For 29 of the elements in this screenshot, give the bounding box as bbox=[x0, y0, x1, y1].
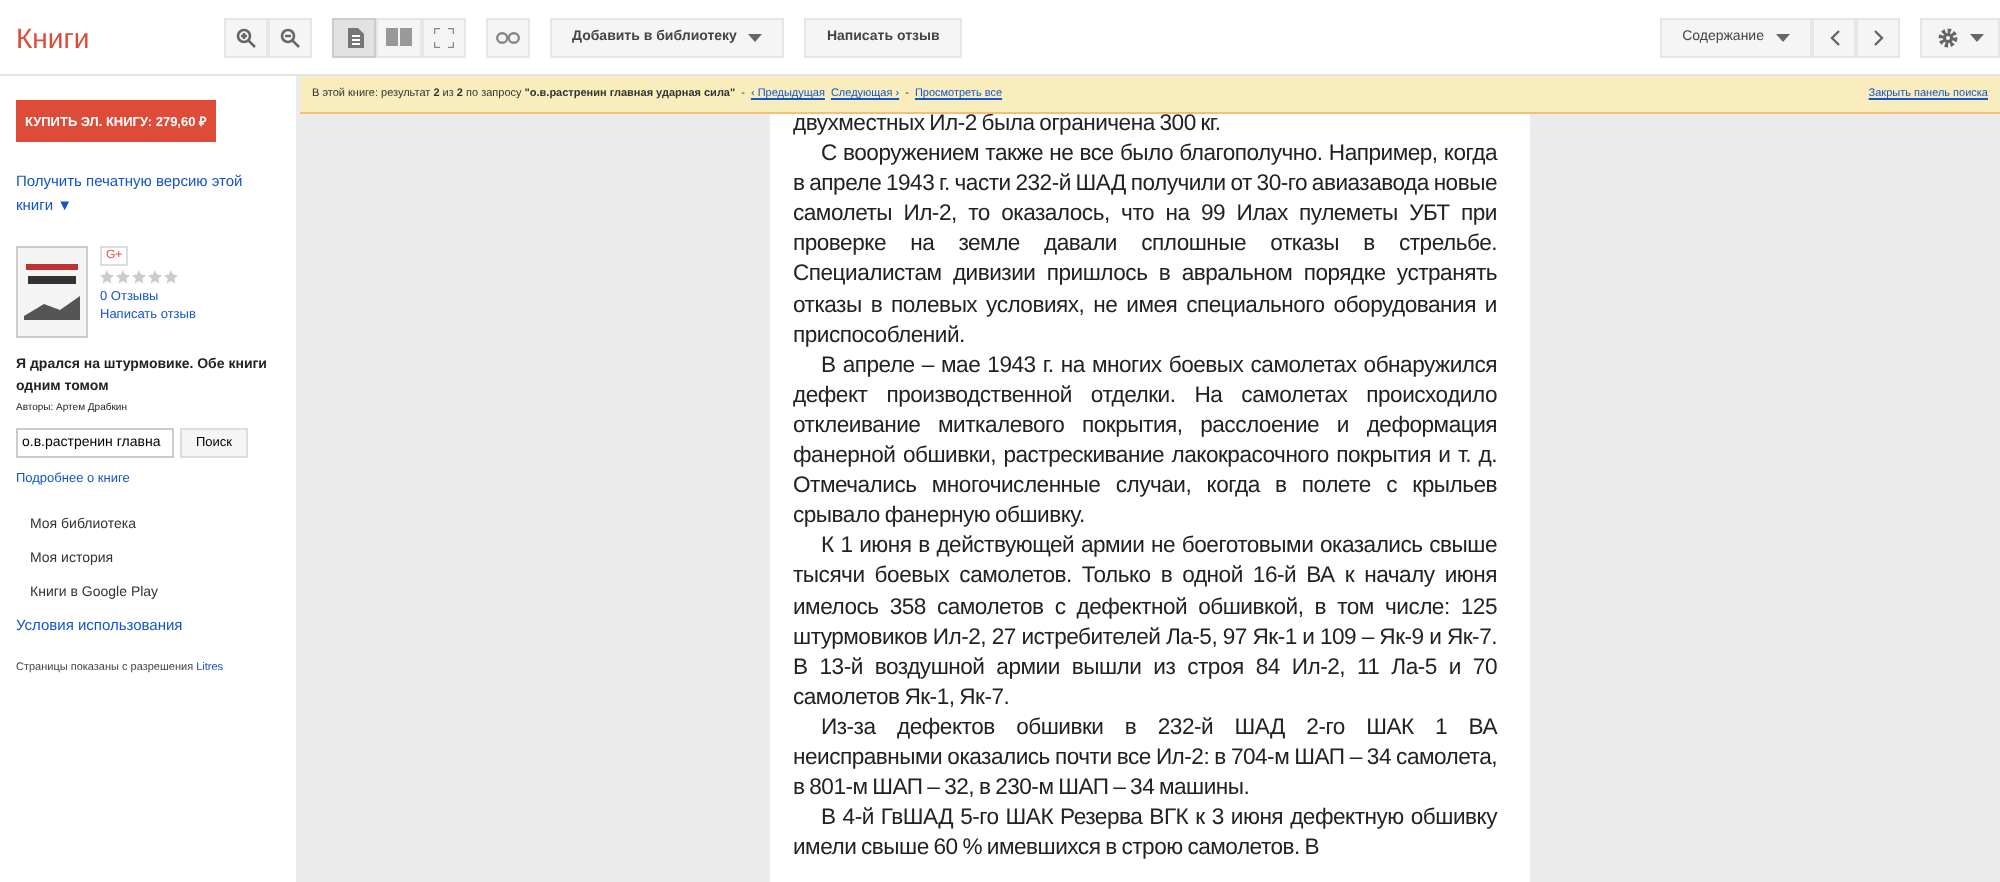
book-paragraph: В апреле – мае 1943 г. на многих боевых самолетах обнаружился дефект производственной отделки. На самолетах происходило отклеивание миткалевого покрытия, расслоение и деформация фанерной обшивки, растрескивание лакокрасочного покрытия и т. д. Отмечались многочисленные случаи, когда в полете с крыльев срывало фанерную обшивку. bbox=[793, 351, 1497, 533]
book-paragraph: двухместных Ил-2 была ограничена 300 кг. bbox=[793, 110, 1223, 140]
zoom-out-icon bbox=[280, 27, 300, 47]
view-mode-button[interactable] bbox=[332, 17, 376, 57]
caret-icon bbox=[1969, 33, 1983, 41]
zoom-out-button[interactable] bbox=[268, 17, 312, 57]
link-button[interactable] bbox=[486, 17, 530, 57]
settings-icon bbox=[1937, 27, 1957, 47]
zoom-in-button[interactable] bbox=[224, 17, 268, 57]
page-icon bbox=[345, 27, 363, 47]
caret-icon bbox=[1776, 33, 1790, 41]
chevron-left-icon bbox=[1829, 29, 1839, 45]
zoom-in-icon bbox=[236, 27, 256, 47]
book-paragraph: Из-за дефектов обшивки в 232-й ШАД 2-го ШАК 1 ВА неисправными оказались почти все Ил-2: в 704-м ШАП – 34 самолета, в 801-м ШАП – 32, в 230-м ШАП – 34 машины. bbox=[793, 713, 1497, 805]
caret-icon bbox=[748, 33, 763, 41]
next-page-button[interactable] bbox=[1856, 17, 1900, 57]
settings-button[interactable] bbox=[1920, 17, 2000, 57]
book-paragraph: В 4-й ГвШАД 5-го ШАК Резерва ВГК к 3 июня дефектную обшивку имели свыше 60 % имевшихся в строю самолетов. В bbox=[793, 804, 1497, 865]
books-logo[interactable]: Книги bbox=[16, 21, 224, 53]
two-pages-icon bbox=[386, 28, 412, 46]
link-icon bbox=[496, 31, 520, 43]
fullscreen-icon bbox=[434, 27, 454, 47]
book-paragraph: К 1 июня в действующей армии не боеготовыми оказались свыше тысячи боевых самолетов. Только в одной 16-й ВА к началу июня имелось 358 самолетов с дефектной обшивкой, в том числе: 125 штурмовиков Ил-2, 27 истребителей Ла-5, 97 Як-1 и 109 – Як-9 и Як-7. В 13-й воздушной армии вышли из строя 84 Ил-2, 11 Ла-5 и 70 самолетов Як-1, Як-7. bbox=[793, 532, 1497, 714]
chevron-right-icon bbox=[1873, 29, 1883, 45]
book-cover[interactable] bbox=[16, 246, 88, 338]
previous-page-button[interactable] bbox=[1812, 17, 1856, 57]
view-mode-button[interactable] bbox=[376, 17, 422, 57]
view-mode-button[interactable] bbox=[422, 17, 466, 57]
book-paragraph: С вооружением также не все было благополучно. Например, когда в апреле 1943 г. части 232-й ШАД получили от 30-го авиазавода новые самолеты Ил-2, то оказалось, что на 99 Илах пулеметы УБТ при проверке на земле давали сплошные отказы в стрельбе. Специалистам дивизии пришлось в авральном порядке устранять отказы в полевых условиях, не имея специального оборудования и приспособлений. bbox=[793, 140, 1497, 352]
